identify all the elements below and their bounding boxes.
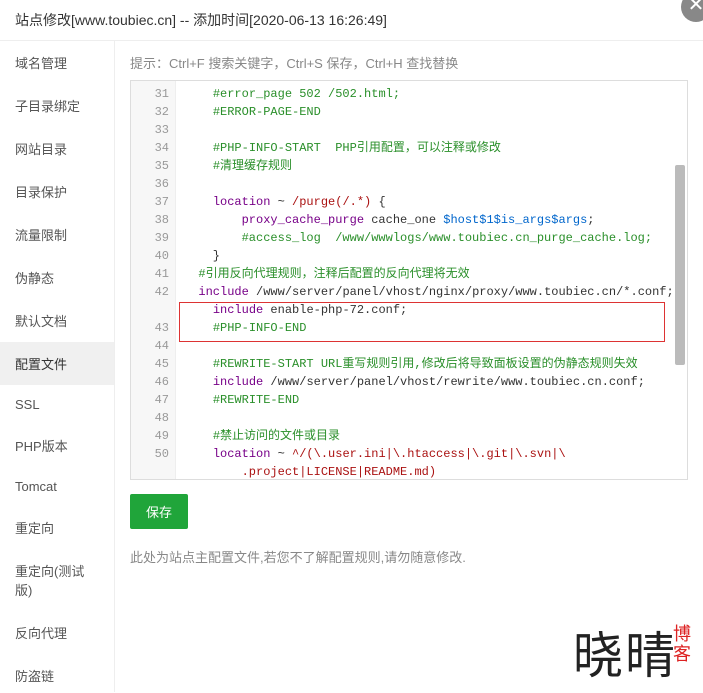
code-line[interactable]: include /www/server/panel/vhost/rewrite/… (184, 373, 679, 391)
code-line[interactable]: include enable-php-72.conf; (184, 301, 679, 319)
sidebar-item-8[interactable]: SSL (0, 385, 114, 424)
code-line[interactable]: #清理缓存规则 (184, 157, 679, 175)
scroll-thumb[interactable] (675, 165, 685, 365)
code-line[interactable]: } (184, 247, 679, 265)
sidebar-item-14[interactable]: 防盗链 (0, 654, 114, 692)
sidebar-item-4[interactable]: 流量限制 (0, 213, 114, 256)
code-editor[interactable]: 3132333435363738394041424344454647484950… (130, 80, 688, 480)
code-line[interactable]: #禁止访问的文件或目录 (184, 427, 679, 445)
line-gutter: 3132333435363738394041424344454647484950… (131, 81, 176, 479)
code-line[interactable]: .project|LICENSE|README.md) (184, 463, 679, 479)
code-line[interactable] (184, 409, 679, 427)
code-line[interactable]: #引用反向代理规则，注释后配置的反向代理将无效 (184, 265, 679, 283)
code-line[interactable]: include /www/server/panel/vhost/nginx/pr… (184, 283, 679, 301)
code-line[interactable]: proxy_cache_purge cache_one $host$1$is_a… (184, 211, 679, 229)
sidebar-item-5[interactable]: 伪静态 (0, 256, 114, 299)
code-line[interactable]: #error_page 502 /502.html; (184, 85, 679, 103)
sidebar-item-11[interactable]: 重定向 (0, 506, 114, 549)
sidebar-item-10[interactable]: Tomcat (0, 467, 114, 506)
modal-title: 站点修改[www.toubiec.cn] -- 添加时间[2020-06-13 … (0, 0, 703, 41)
sidebar-item-3[interactable]: 目录保护 (0, 170, 114, 213)
code-line[interactable]: #PHP-INFO-END (184, 319, 679, 337)
sidebar-item-12[interactable]: 重定向(测试版) (0, 549, 114, 611)
sidebar-item-6[interactable]: 默认文档 (0, 299, 114, 342)
code-line[interactable]: location ~ ^/(\.user.ini|\.htaccess|\.gi… (184, 445, 679, 463)
code-line[interactable] (184, 175, 679, 193)
code-line[interactable]: #REWRITE-START URL重写规则引用,修改后将导致面板设置的伪静态规… (184, 355, 679, 373)
code-line[interactable]: #access_log /www/wwwlogs/www.toubiec.cn_… (184, 229, 679, 247)
code-line[interactable]: #REWRITE-END (184, 391, 679, 409)
sidebar-item-13[interactable]: 反向代理 (0, 611, 114, 654)
sidebar-item-9[interactable]: PHP版本 (0, 424, 114, 467)
code-line[interactable] (184, 337, 679, 355)
code-line[interactable]: location ~ /purge(/.*) { (184, 193, 679, 211)
save-button[interactable]: 保存 (130, 494, 188, 529)
scrollbar[interactable] (675, 85, 685, 475)
code-line[interactable]: #ERROR-PAGE-END (184, 103, 679, 121)
sidebar-item-0[interactable]: 域名管理 (0, 41, 114, 84)
code-line[interactable] (184, 121, 679, 139)
watermark-logo: 晓晴博客 (573, 616, 693, 688)
sidebar-item-1[interactable]: 子目录绑定 (0, 84, 114, 127)
sidebar: 域名管理子目录绑定网站目录目录保护流量限制伪静态默认文档配置文件SSLPHP版本… (0, 41, 115, 692)
editor-hint: 提示：Ctrl+F 搜索关键字，Ctrl+S 保存，Ctrl+H 查找替换 (130, 53, 688, 72)
code-line[interactable]: #PHP-INFO-START PHP引用配置，可以注释或修改 (184, 139, 679, 157)
config-note: 此处为站点主配置文件,若您不了解配置规则,请勿随意修改. (130, 547, 688, 566)
code-area[interactable]: #error_page 502 /502.html; #ERROR-PAGE-E… (176, 81, 687, 479)
sidebar-item-7[interactable]: 配置文件 (0, 342, 114, 385)
sidebar-item-2[interactable]: 网站目录 (0, 127, 114, 170)
